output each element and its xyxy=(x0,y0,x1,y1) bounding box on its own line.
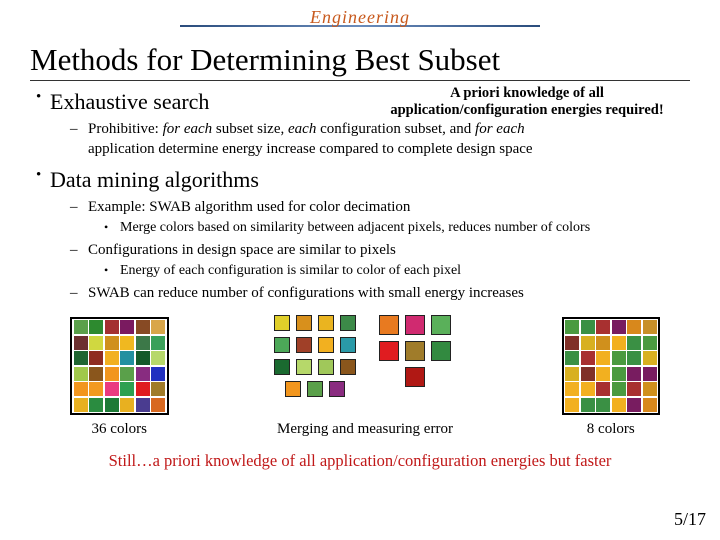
bullet-1-sub-1: – Prohibitive: for each subset size, eac… xyxy=(70,119,690,160)
page-number: 5/17 xyxy=(674,509,706,530)
grid-36-block: 36 colors xyxy=(70,317,169,440)
caption-8: 8 colors xyxy=(562,419,661,439)
bullet-dot: • xyxy=(30,165,50,185)
bullet-2: Data mining algorithms xyxy=(50,165,259,195)
grid-merge-block: Merging and measuring error xyxy=(270,315,460,439)
grid-8-block: 8 colors xyxy=(562,317,661,440)
bullet-2-sub-2: – Configurations in design space are sim… xyxy=(70,240,690,260)
illustration-row: 36 colors Merging and measuring error 8 … xyxy=(30,315,690,439)
brand-word: Engineering xyxy=(310,7,410,27)
brand-logo: Engineering xyxy=(180,2,540,37)
grid-36 xyxy=(70,317,169,416)
bullet-2-sub-2a: • Energy of each configuration is simila… xyxy=(104,262,690,281)
grid-merge-a xyxy=(270,315,360,415)
conclusion-text: Still…a priori knowledge of all applicat… xyxy=(30,450,690,472)
apriori-note: A priori knowledge of all application/co… xyxy=(362,85,692,120)
bullet-1: Exhaustive search xyxy=(50,87,209,117)
content: • Exhaustive search A priori knowledge o… xyxy=(30,87,690,472)
bullet-2-sub-1: – Example: SWAB algorithm used for color… xyxy=(70,197,690,217)
caption-36: 36 colors xyxy=(70,419,169,439)
bullet-dot: • xyxy=(30,87,50,107)
slide-body: Methods for Determining Best Subset • Ex… xyxy=(0,0,720,472)
caption-merge: Merging and measuring error xyxy=(270,419,460,439)
grid-8 xyxy=(562,317,661,416)
grid-merge-b xyxy=(370,315,460,415)
bullet-2-sub-3: – SWAB can reduce number of configuratio… xyxy=(70,283,690,303)
slide-title: Methods for Determining Best Subset xyxy=(30,42,690,81)
bullet-2-sub-1a: • Merge colors based on similarity betwe… xyxy=(104,219,690,238)
